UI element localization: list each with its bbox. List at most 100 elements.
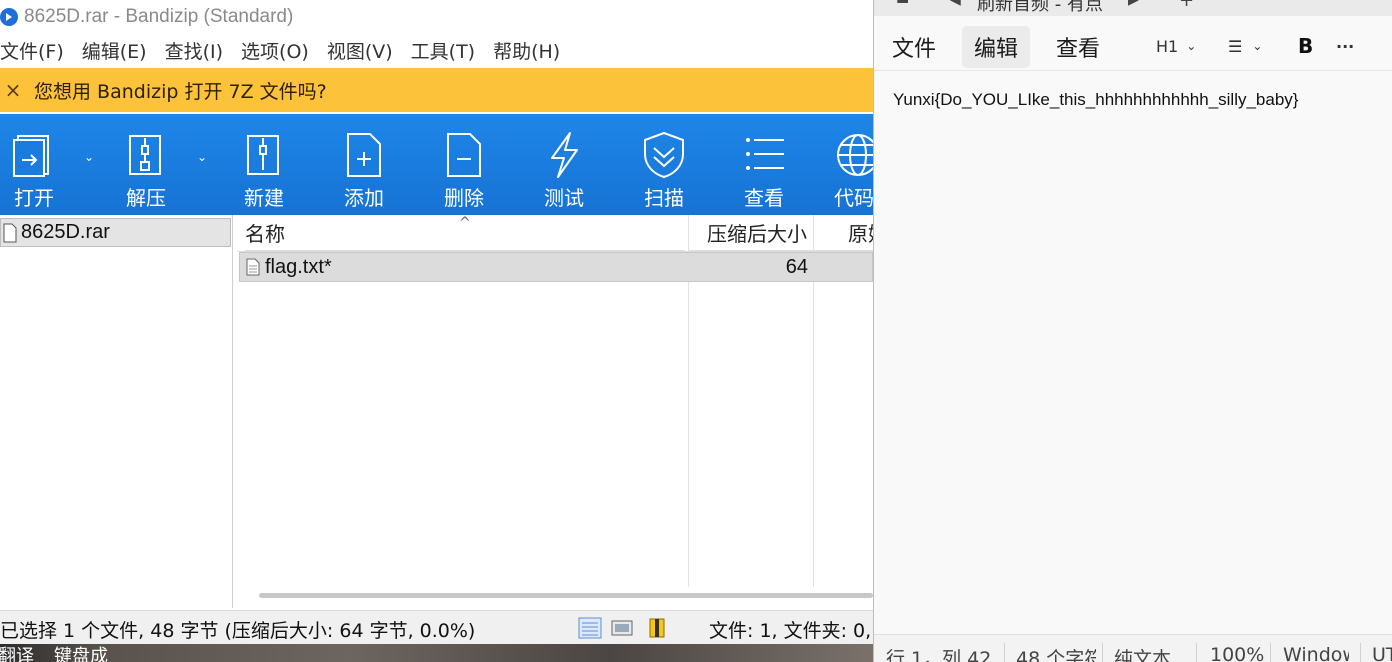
test-button[interactable]: 测试 — [538, 114, 590, 215]
document-text[interactable]: Yunxi{Do_YOU_LIke_this_hhhhhhhhhhhh_sill… — [893, 90, 1298, 110]
view-label: 查看 — [744, 186, 784, 210]
chevron-down-icon: ⌄ — [1186, 39, 1197, 53]
notepad-status-bar: 行 1，列 42 48 个字符 纯文本 100% Windows UTF-8 — [874, 634, 1392, 662]
menu-options[interactable]: 选项(O) — [241, 37, 309, 64]
table-row[interactable]: flag.txt* 64 — [239, 252, 873, 282]
menu-edit[interactable]: 编辑(E) — [82, 37, 147, 64]
open-archive-icon — [13, 135, 49, 177]
notepad-menu-bar: 文件 编辑 查看 H1 ⌄ ☰ ⌄ B ··· — [874, 18, 1392, 70]
compressed-size: 64 — [785, 255, 808, 278]
status-bar: 已选择 1 个文件, 48 字节 (压缩后大小: 64 字节, 0.0%) 文件… — [0, 610, 873, 644]
menu-view[interactable]: 视图(V) — [327, 37, 393, 64]
status-divider — [1360, 643, 1361, 662]
code-page-button[interactable]: 代码 — [828, 114, 873, 215]
extract-zip-icon — [129, 135, 161, 175]
delete-label: 删除 — [444, 186, 484, 210]
file-name-cell: flag.txt* — [246, 253, 686, 281]
status-divider — [1196, 643, 1197, 662]
more-options-button[interactable]: ··· — [1336, 32, 1354, 60]
extract-button[interactable]: 解压 — [120, 114, 172, 215]
taskbar-strip: 翻译 键盘成 — [0, 644, 873, 662]
thumbnail-view-icon[interactable] — [610, 617, 634, 639]
tab-title[interactable]: 刷新首频 - 有点 — [977, 0, 1103, 16]
lightning-icon — [551, 132, 578, 178]
line-ending[interactable]: Windows — [1283, 644, 1349, 662]
bandizip-logo-icon — [0, 7, 18, 26]
new-tab-button[interactable]: + — [1179, 0, 1194, 11]
close-notice-icon[interactable]: × — [2, 78, 24, 102]
globe-icon — [837, 134, 873, 176]
bold-button[interactable]: B — [1298, 32, 1313, 60]
bandizip-window: 8625D.rar - Bandizip (Standard) 文件(F) 编辑… — [0, 0, 873, 662]
archive-info-icon[interactable] — [646, 617, 670, 639]
new-label: 新建 — [244, 186, 284, 210]
cursor-position: 行 1，列 42 — [886, 648, 992, 662]
column-header-compressed-size[interactable]: 压缩后大小 — [689, 215, 813, 251]
archive-file-icon — [3, 223, 17, 242]
notepad-window: ▬ ◀ 刷新首频 - 有点 ▶ + 文件 编辑 查看 H1 ⌄ ☰ ⌄ B ··… — [873, 0, 1392, 662]
encoding[interactable]: UTF-8 — [1372, 644, 1392, 662]
zoom-level[interactable]: 100% — [1210, 644, 1264, 662]
status-divider — [1004, 643, 1005, 662]
test-label: 测试 — [544, 186, 584, 210]
menu-edit[interactable]: 编辑 — [962, 26, 1031, 68]
menu-file[interactable]: 文件(F) — [0, 37, 64, 64]
tab-scroll-right-icon[interactable]: ▶ — [1128, 0, 1139, 8]
association-notice-bar: × 您想用 Bandizip 打开 7Z 文件吗? — [0, 68, 873, 112]
column-compressed-label: 压缩后大小 — [707, 222, 807, 246]
list-icon: ☰ — [1228, 36, 1243, 56]
open-dropdown-icon[interactable]: ⌄ — [84, 150, 94, 164]
file-list: 名称 ^ 压缩后大小 原始 flag.txt* 64 — [237, 215, 873, 608]
taskbar-item-translate[interactable]: 翻译 — [0, 644, 34, 662]
list-button[interactable]: ☰ ⌄ — [1228, 32, 1262, 60]
toolbar: 打开 ⌄ 解压 ⌄ 新建 添加 删除 测试 扫描 查看 代码 — [0, 114, 873, 215]
title-bar[interactable]: 8625D.rar - Bandizip (Standard) — [0, 0, 873, 33]
code-label: 代码 — [834, 186, 873, 210]
status-divider — [1270, 643, 1271, 662]
delete-button[interactable]: 删除 — [438, 114, 490, 215]
details-view-icon[interactable] — [578, 617, 602, 639]
horizontal-scrollbar[interactable] — [259, 593, 873, 598]
selection-summary: 已选择 1 个文件, 48 字节 (压缩后大小: 64 字节, 0.0%) — [0, 620, 476, 642]
open-label: 打开 — [14, 186, 54, 210]
add-button[interactable]: 添加 — [338, 114, 390, 215]
compressed-size-cell: 64 — [690, 253, 808, 281]
new-archive-icon — [247, 135, 279, 175]
tree-item-label: 8625D.rar — [21, 221, 110, 243]
view-button[interactable]: 查看 — [738, 114, 790, 215]
tree-item-archive[interactable]: 8625D.rar — [0, 218, 231, 247]
menu-divider — [874, 70, 1392, 71]
tab-bar: ▬ ◀ 刷新首频 - 有点 ▶ + — [874, 0, 1392, 16]
notice-text[interactable]: 您想用 Bandizip 打开 7Z 文件吗? — [34, 77, 327, 104]
desktop: 8625D.rar - Bandizip (Standard) 文件(F) 编辑… — [0, 0, 1392, 662]
menu-file[interactable]: 文件 — [880, 26, 948, 68]
file-name: flag.txt* — [265, 255, 332, 278]
extract-dropdown-icon[interactable]: ⌄ — [197, 150, 207, 164]
heading-label: H1 — [1156, 36, 1179, 56]
column-header-original-size[interactable]: 原始 — [814, 215, 873, 251]
notepad-app-icon: ▬ — [896, 0, 910, 8]
scan-button[interactable]: 扫描 — [636, 114, 692, 215]
new-archive-button[interactable]: 新建 — [238, 114, 290, 215]
text-file-icon — [246, 258, 260, 276]
add-file-icon — [347, 133, 381, 177]
shield-icon — [644, 131, 684, 179]
menu-tools[interactable]: 工具(T) — [411, 37, 475, 64]
heading-button[interactable]: H1 ⌄ — [1156, 32, 1196, 60]
sort-ascending-icon: ^ — [459, 215, 471, 231]
column-original-label: 原始 — [848, 222, 873, 246]
menu-view[interactable]: 查看 — [1044, 26, 1112, 68]
menu-bar: 文件(F) 编辑(E) 查找(I) 选项(O) 视图(V) 工具(T) 帮助(H… — [0, 33, 873, 67]
menu-find[interactable]: 查找(I) — [165, 37, 223, 64]
tab-scroll-left-icon[interactable]: ◀ — [950, 0, 961, 8]
delete-file-icon — [447, 133, 481, 177]
text-format[interactable]: 纯文本 — [1114, 644, 1171, 662]
menu-help[interactable]: 帮助(H) — [493, 37, 560, 64]
scan-label: 扫描 — [644, 186, 684, 210]
open-button[interactable]: 打开 — [8, 114, 60, 215]
taskbar-item-keyboard[interactable]: 键盘成 — [54, 644, 108, 662]
window-title: 8625D.rar - Bandizip (Standard) — [24, 5, 294, 27]
status-divider — [1102, 643, 1103, 662]
character-count: 48 个字符 — [1016, 648, 1096, 662]
chevron-down-icon: ⌄ — [1252, 39, 1263, 53]
